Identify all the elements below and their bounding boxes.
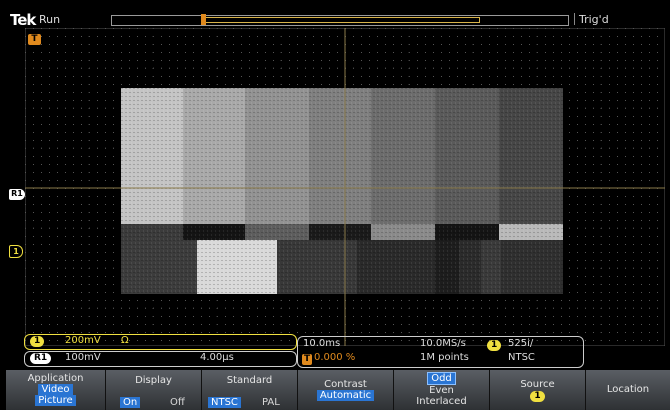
bottom-menu-bar: Application Video Picture Display On Off… xyxy=(6,370,670,410)
field-even-option[interactable]: Even xyxy=(429,385,454,396)
ch1-badge: 1 xyxy=(30,336,45,347)
standard-pal-option[interactable]: PAL xyxy=(262,397,280,408)
display-off-option[interactable]: Off xyxy=(170,397,185,408)
ch1-ground-marker[interactable]: 1 xyxy=(9,245,23,258)
application-value-picture: Picture xyxy=(35,395,76,406)
source-ch1-badge: 1 xyxy=(530,391,545,402)
ref1-vertical-scale: 100mV xyxy=(65,352,101,363)
ref1-ground-marker[interactable]: R1 xyxy=(9,189,25,200)
video-picture xyxy=(121,88,563,294)
display-on-option[interactable]: On xyxy=(120,397,141,408)
source-label: Source xyxy=(520,379,555,390)
application-label: Application xyxy=(27,373,84,384)
ch1-termination: Ω xyxy=(121,335,129,346)
standard-ntsc-option[interactable]: NTSC xyxy=(208,397,241,408)
display-button[interactable]: Display On Off xyxy=(106,370,202,410)
video-standard-readout: NTSC xyxy=(508,352,535,363)
contrast-value: Automatic xyxy=(316,390,375,401)
trigger-position-percent: 0.000 % xyxy=(314,352,356,363)
ch1-vertical-scale: 200mV xyxy=(65,335,101,346)
field-interlaced-option[interactable]: Interlaced xyxy=(416,396,466,407)
standard-label: Standard xyxy=(226,375,273,386)
location-button[interactable]: Location xyxy=(586,370,670,410)
standard-button[interactable]: Standard NTSC PAL xyxy=(202,370,298,410)
trigger-position-marker-icon xyxy=(201,14,206,25)
acquisition-run-state: Run xyxy=(39,13,61,26)
application-button[interactable]: Application Video Picture xyxy=(6,370,106,410)
record-view-window xyxy=(201,17,480,23)
contrast-button[interactable]: Contrast Automatic xyxy=(298,370,394,410)
application-value-video: Video xyxy=(38,384,73,395)
tek-logo: Tek xyxy=(10,11,36,29)
trigger-state: Trig'd xyxy=(574,13,670,26)
trigger-source-badge: 1 xyxy=(487,340,502,351)
ref1-horizontal-scale: 4.00μs xyxy=(200,352,234,363)
contrast-label: Contrast xyxy=(324,379,367,390)
display-label: Display xyxy=(135,375,172,386)
location-label: Location xyxy=(606,384,650,395)
video-line-format: 525i/ xyxy=(508,338,534,349)
field-button[interactable]: Odd Even Interlaced xyxy=(394,370,490,410)
ch1-readout[interactable]: 1 200mV Ω xyxy=(24,334,297,350)
trigger-position-flag-icon[interactable]: T xyxy=(28,34,41,45)
timebase-readout[interactable]: 10.0ms 10.0MS/s T 0.000 % 1M points 1 52… xyxy=(297,336,584,368)
waveform-graticule[interactable] xyxy=(25,28,665,346)
source-button[interactable]: Source 1 xyxy=(490,370,586,410)
field-odd-option[interactable]: Odd xyxy=(427,372,456,385)
ref1-readout[interactable]: R1 100mV 4.00μs xyxy=(24,351,297,367)
record-length: 1M points xyxy=(420,352,469,363)
horizontal-scale: 10.0ms xyxy=(303,338,341,349)
trigger-position-icon: T xyxy=(302,354,313,365)
sample-rate: 10.0MS/s xyxy=(420,338,466,349)
ref1-badge: R1 xyxy=(30,353,52,364)
